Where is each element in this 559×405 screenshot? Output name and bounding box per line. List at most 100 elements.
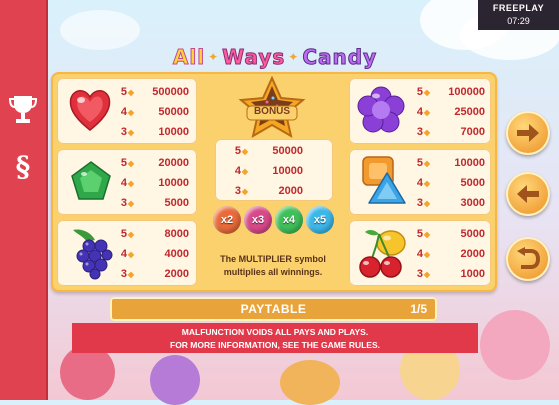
- pay-count: 4: [120, 248, 127, 260]
- sidebar: §: [0, 0, 48, 400]
- multiplier-x5-icon: x5: [306, 206, 334, 234]
- pay-value: 10000: [158, 126, 189, 138]
- pay-count: 3: [120, 268, 127, 280]
- bullet-icon: ◆: [127, 107, 135, 117]
- pay-value: 25000: [454, 106, 485, 118]
- multiplier-x3-icon: x3: [244, 206, 272, 234]
- grapes-symbol-icon: [73, 229, 113, 280]
- flower-symbol-icon: [357, 86, 405, 133]
- pay-count: 4: [416, 177, 423, 189]
- trophy-icon[interactable]: [0, 94, 46, 130]
- bullet-icon: ◆: [127, 249, 135, 259]
- bullet-icon: ◆: [127, 178, 135, 188]
- disclaimer-line-1: MALFUNCTION VOIDS ALL PAYS AND PLAYS.: [181, 327, 369, 337]
- pay-row: 3 ◆ 5000: [113, 193, 189, 213]
- star-icon: ✦: [288, 50, 300, 64]
- pay-row: 5 ◆ 8000: [113, 224, 189, 244]
- bullet-icon: ◆: [127, 158, 135, 168]
- pay-row: 4 ◆ 10000: [113, 173, 189, 193]
- pay-count: 3: [416, 197, 423, 209]
- arrow-right-icon: [517, 124, 539, 142]
- bullet-icon: ◆: [423, 127, 431, 137]
- symbol-cell-bonus: 5 ◆ 50000 4 ◆ 10000 3 ◆ 2000: [215, 139, 333, 201]
- pay-count: 5: [416, 228, 423, 240]
- pay-row: 4 ◆ 50000: [113, 102, 189, 122]
- pay-value: 100000: [448, 86, 485, 98]
- disclaimer-line-2: FOR MORE INFORMATION, SEE THE GAME RULES…: [170, 340, 380, 350]
- game-title-logo: All ✦ Ways ✦ Candy: [140, 43, 410, 71]
- bullet-icon: ◆: [423, 249, 431, 259]
- pay-value: 500000: [152, 86, 189, 98]
- bonus-label: BONUS: [253, 106, 291, 117]
- background-candy: [280, 360, 340, 405]
- pay-row: 5 ◆ 5000: [409, 224, 485, 244]
- paytable-bar: PAYTABLE 1/5: [110, 297, 437, 321]
- return-button[interactable]: [506, 237, 550, 281]
- bullet-icon: ◆: [423, 198, 431, 208]
- multiplier-x2-icon: x2: [213, 206, 241, 234]
- pay-row: 5 ◆ 50000: [227, 141, 303, 161]
- background-candy: [150, 355, 200, 405]
- arrow-left-icon: [517, 185, 539, 203]
- multiplier-x4-icon: x4: [275, 206, 303, 234]
- multiplier-text-line-2: multiplies all winnings.: [223, 267, 323, 277]
- section-sign-icon[interactable]: §: [0, 150, 46, 183]
- disclaimer-banner: MALFUNCTION VOIDS ALL PAYS AND PLAYS. FO…: [72, 323, 478, 353]
- pay-value: 10000: [272, 165, 303, 177]
- next-page-button[interactable]: [506, 111, 550, 155]
- pay-row: 4 ◆ 5000: [409, 173, 485, 193]
- previous-page-button[interactable]: [506, 172, 550, 216]
- pay-list: 5 ◆ 5000 4 ◆ 2000 3 ◆ 1000: [409, 224, 485, 284]
- symbol-cell-cherries: 5 ◆ 5000 4 ◆ 2000 3 ◆ 1000: [349, 220, 491, 286]
- pay-value: 50000: [158, 106, 189, 118]
- paytable-title: PAYTABLE: [240, 302, 307, 316]
- bullet-icon: ◆: [241, 146, 249, 156]
- background-cloud: [60, 10, 140, 50]
- pentagon-symbol-icon: [71, 161, 111, 200]
- pay-value: 20000: [158, 157, 189, 169]
- bullet-icon: ◆: [241, 166, 249, 176]
- bullet-icon: ◆: [127, 87, 135, 97]
- bullet-icon: ◆: [127, 269, 135, 279]
- pay-row: 5 ◆ 500000: [113, 82, 189, 102]
- pay-row: 3 ◆ 7000: [409, 122, 485, 142]
- pay-row: 5 ◆ 10000: [409, 153, 485, 173]
- pay-row: 4 ◆ 25000: [409, 102, 485, 122]
- pay-value: 2000: [460, 248, 485, 260]
- paytable-panel: 5 ◆ 500000 4 ◆ 50000 3 ◆ 10000 5 ◆ 20000 4 ◆ 10000…: [51, 72, 497, 292]
- title-word-2: Ways: [222, 45, 286, 70]
- pay-value: 10000: [454, 157, 485, 169]
- pay-count: 5: [234, 145, 241, 157]
- pay-value: 50000: [272, 145, 303, 157]
- pay-value: 8000: [164, 228, 189, 240]
- pay-row: 3 ◆ 10000: [113, 122, 189, 142]
- symbol-cell-square-triangle: 5 ◆ 10000 4 ◆ 5000 3 ◆ 3000: [349, 149, 491, 215]
- page-indicator: 1/5: [410, 302, 427, 316]
- bullet-icon: ◆: [423, 87, 431, 97]
- bullet-icon: ◆: [127, 127, 135, 137]
- bullet-icon: ◆: [241, 186, 249, 196]
- pay-count: 3: [120, 126, 127, 138]
- pay-count: 3: [234, 185, 241, 197]
- pay-count: 4: [234, 165, 241, 177]
- pay-count: 4: [416, 106, 423, 118]
- pay-count: 3: [120, 197, 127, 209]
- pay-value: 2000: [164, 268, 189, 280]
- pay-row: 4 ◆ 10000: [227, 161, 303, 181]
- status-box: FREEPLAY 07:29: [478, 0, 559, 30]
- background-candy: [60, 345, 115, 400]
- pay-count: 3: [416, 126, 423, 138]
- clock: 07:29: [507, 16, 530, 26]
- pay-count: 5: [120, 228, 127, 240]
- pay-count: 4: [416, 248, 423, 260]
- return-icon: [517, 247, 541, 269]
- star-icon: ✦: [208, 50, 220, 64]
- pay-value: 4000: [164, 248, 189, 260]
- square-triangle-symbol-icon: [362, 156, 406, 204]
- pay-row: 4 ◆ 4000: [113, 244, 189, 264]
- pay-count: 4: [120, 177, 127, 189]
- pay-list: 5 ◆ 8000 4 ◆ 4000 3 ◆ 2000: [113, 224, 189, 284]
- pay-row: 4 ◆ 2000: [409, 244, 485, 264]
- pay-value: 5000: [164, 197, 189, 209]
- bullet-icon: ◆: [423, 178, 431, 188]
